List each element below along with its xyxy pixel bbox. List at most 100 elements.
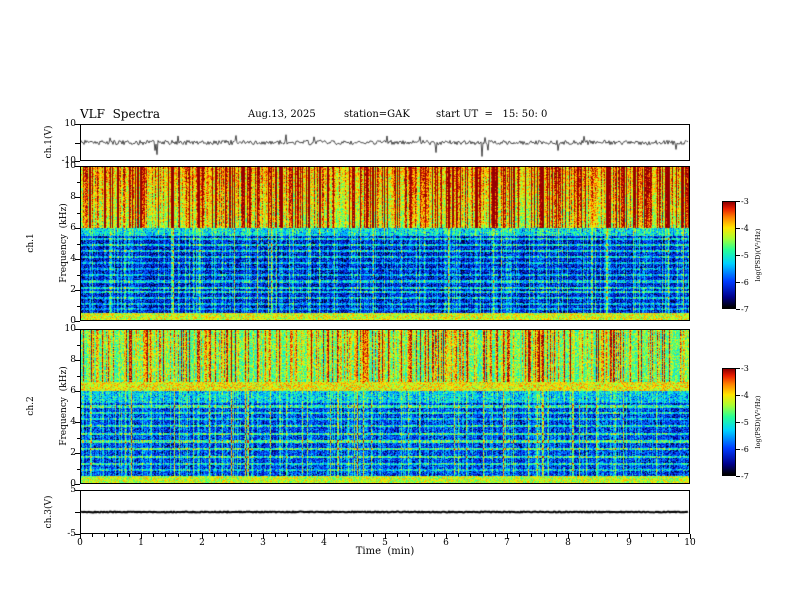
figure-title: VLF Spectra — [80, 107, 161, 121]
tick-mark — [75, 143, 80, 144]
colorbar-ch1-canvas — [723, 202, 735, 308]
tick-mark — [77, 438, 80, 439]
colorbar-ch2 — [722, 368, 736, 476]
tick-mark — [422, 534, 423, 537]
tick-label: -5 — [741, 418, 749, 427]
tick-mark — [531, 534, 532, 537]
tick-label: -6 — [741, 445, 749, 454]
tick-mark — [178, 534, 179, 537]
tick-label: -4 — [741, 224, 749, 233]
tick-mark — [736, 309, 740, 310]
tick-mark — [592, 534, 593, 537]
ylabel-ch2-spectrogram: ch.2 Frequency (kHz) — [4, 366, 92, 445]
tick-mark — [736, 255, 740, 256]
tick-label: 10 — [64, 324, 76, 334]
ch2-spectrogram-canvas — [81, 330, 689, 483]
tick-mark — [251, 534, 252, 537]
tick-mark — [373, 534, 374, 537]
tick-label: 10 — [64, 119, 76, 129]
tick-mark — [495, 534, 496, 537]
tick-mark — [348, 534, 349, 537]
tick-label: -6 — [741, 278, 749, 287]
tick-mark — [77, 407, 80, 408]
panel-ch1-waveform — [80, 124, 690, 161]
tick-label: 8 — [70, 355, 76, 365]
panel-ch2-spectrogram — [80, 329, 690, 484]
tick-mark — [736, 228, 740, 229]
ylabel-ch1-line2: Frequency (kHz) — [59, 203, 69, 283]
tick-mark — [409, 534, 410, 537]
tick-label: -3 — [741, 364, 749, 373]
tick-label: 8 — [70, 192, 76, 202]
panel-ch3-waveform — [80, 490, 690, 534]
ylabel-ch1-line1: ch.1 — [26, 233, 36, 253]
tick-label: 4 — [321, 538, 327, 548]
tick-mark — [736, 449, 740, 450]
tick-mark — [458, 534, 459, 537]
tick-mark — [678, 534, 679, 537]
tick-label: 6 — [70, 386, 76, 396]
tick-label: 7 — [504, 538, 510, 548]
ylabel-ch2-line1: ch.2 — [26, 396, 36, 416]
ch1-waveform-canvas — [81, 125, 689, 160]
tick-mark — [470, 534, 471, 537]
tick-mark — [300, 534, 301, 537]
tick-label: 0 — [77, 538, 83, 548]
colorbar-ch2-canvas — [723, 369, 735, 475]
tick-mark — [104, 534, 105, 537]
tick-label: 6 — [443, 538, 449, 548]
tick-mark — [312, 534, 313, 537]
tick-label: 8 — [565, 538, 571, 548]
tick-mark — [736, 201, 740, 202]
tick-mark — [736, 282, 740, 283]
tick-mark — [77, 213, 80, 214]
tick-mark — [92, 534, 93, 537]
tick-mark — [605, 534, 606, 537]
tick-mark — [519, 534, 520, 537]
ylabel-ch1-spectrogram: ch.1 Frequency (kHz) — [4, 203, 92, 282]
vlf-spectra-figure: VLF Spectra Aug.13, 2025 station=GAK sta… — [0, 0, 792, 612]
ylabel-ch1-waveform: ch.1(V) — [44, 125, 54, 159]
ch1-spectrogram-canvas — [81, 167, 689, 320]
tick-mark — [544, 534, 545, 537]
tick-mark — [336, 534, 337, 537]
tick-mark — [275, 534, 276, 537]
tick-mark — [556, 534, 557, 537]
figure-start-ut: start UT = 15: 50: 0 — [436, 109, 548, 120]
panel-ch1-spectrogram — [80, 166, 690, 321]
tick-mark — [580, 534, 581, 537]
tick-mark — [165, 534, 166, 537]
tick-mark — [77, 306, 80, 307]
figure-station: station=GAK — [344, 109, 410, 120]
tick-label: 10 — [64, 161, 76, 171]
tick-label: 10 — [684, 538, 696, 548]
tick-mark — [361, 534, 362, 537]
tick-mark — [214, 534, 215, 537]
tick-label: -4 — [741, 391, 749, 400]
colorbar-ch1 — [722, 201, 736, 309]
tick-mark — [483, 534, 484, 537]
tick-mark — [190, 534, 191, 537]
figure-date: Aug.13, 2025 — [248, 109, 316, 120]
tick-label: 5 — [70, 485, 76, 495]
tick-mark — [75, 512, 80, 513]
tick-mark — [736, 476, 740, 477]
tick-mark — [226, 534, 227, 537]
tick-label: -5 — [741, 251, 749, 260]
tick-mark — [239, 534, 240, 537]
tick-label: 3 — [260, 538, 266, 548]
ylabel-ch2-line2: Frequency (kHz) — [59, 366, 69, 446]
tick-label: 2 — [199, 538, 205, 548]
tick-mark — [641, 534, 642, 537]
tick-mark — [287, 534, 288, 537]
tick-label: 6 — [70, 223, 76, 233]
tick-mark — [77, 275, 80, 276]
tick-mark — [77, 469, 80, 470]
tick-mark — [736, 368, 740, 369]
tick-mark — [617, 534, 618, 537]
tick-label: -3 — [741, 197, 749, 206]
ch3-waveform-canvas — [81, 491, 689, 533]
tick-label: 2 — [70, 285, 76, 295]
tick-mark — [77, 182, 80, 183]
tick-label: 4 — [70, 417, 76, 427]
